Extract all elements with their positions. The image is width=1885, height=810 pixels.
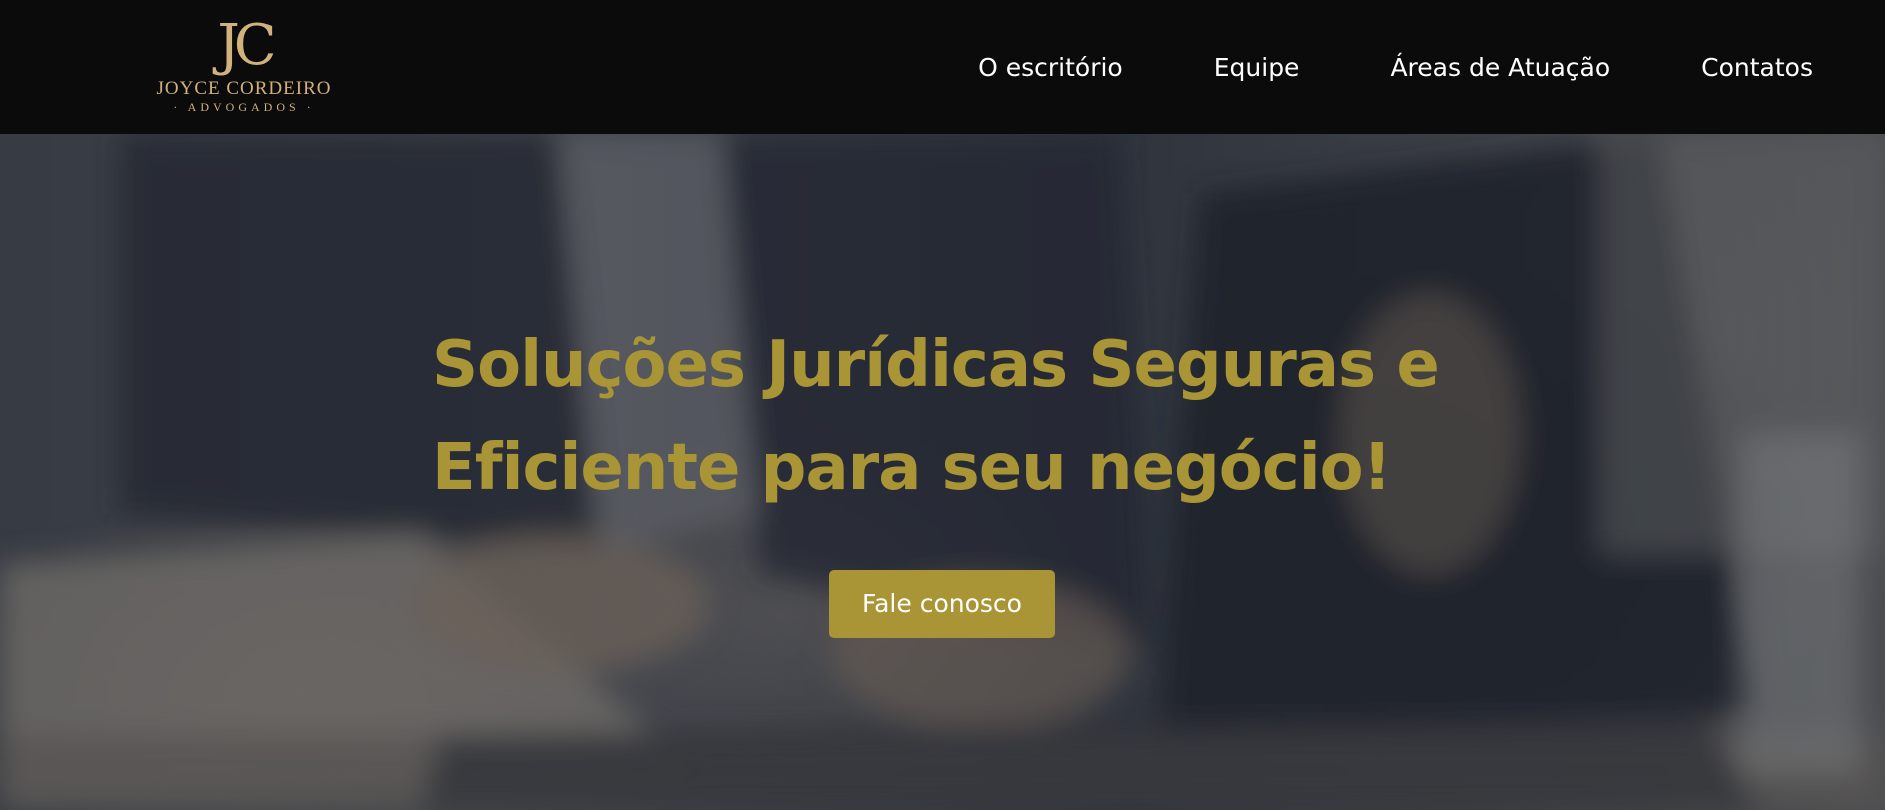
nav-item-contatos[interactable]: Contatos xyxy=(1701,53,1813,82)
hero-title: Soluções Jurídicas Seguras e Eficiente pa… xyxy=(432,314,1532,520)
main-nav: O escritório Equipe Áreas de Atuação Con… xyxy=(978,0,1813,134)
nav-item-areas-de-atuacao[interactable]: Áreas de Atuação xyxy=(1390,53,1610,82)
nav-item-o-escritorio[interactable]: O escritório xyxy=(978,53,1123,82)
logo-name: JOYCE CORDEIRO xyxy=(156,78,332,99)
logo-subtitle: · ADVOGADOS · xyxy=(173,100,315,114)
hero-title-line-1: Soluções Jurídicas Seguras e xyxy=(432,328,1440,402)
logo-monogram: JC xyxy=(217,13,276,78)
fale-conosco-button[interactable]: Fale conosco xyxy=(829,570,1055,638)
hero-title-line-2: Eficiente para seu negócio! xyxy=(432,431,1392,505)
nav-item-equipe[interactable]: Equipe xyxy=(1214,53,1300,82)
hero-section: Soluções Jurídicas Seguras e Eficiente pa… xyxy=(0,134,1885,810)
site-header: JC JOYCE CORDEIRO · ADVOGADOS · O escrit… xyxy=(0,0,1885,134)
logo[interactable]: JC JOYCE CORDEIRO · ADVOGADOS · xyxy=(148,14,340,120)
